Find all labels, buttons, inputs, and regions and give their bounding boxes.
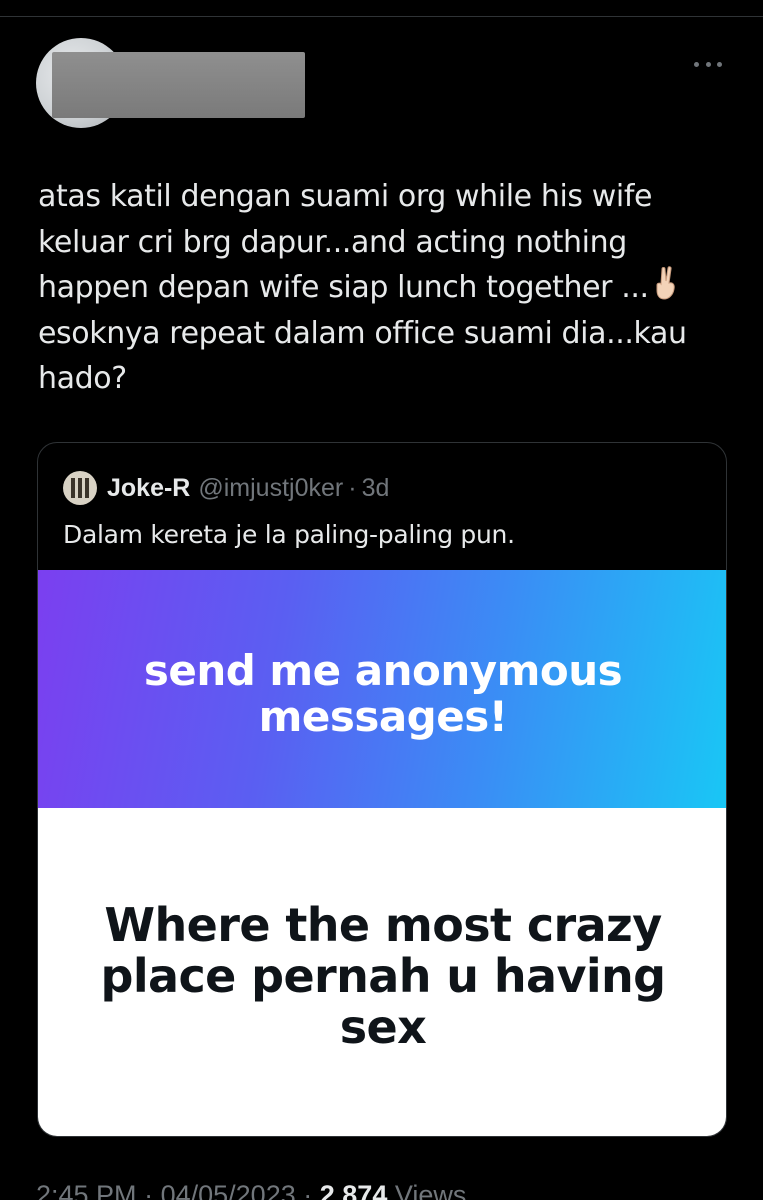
banner-text-line: messages! — [258, 692, 508, 741]
quoted-tweet-card[interactable]: Joke-R @imjustj0ker · 3d Dalam kereta je… — [37, 442, 727, 1137]
tweet-meta-footer: 2:45 PM · 04/05/2023 · 2,874 Views — [36, 1180, 466, 1200]
peace-hand-emoji-icon — [656, 266, 675, 300]
more-options-icon[interactable] — [690, 52, 726, 76]
quoted-author-avatar[interactable] — [63, 471, 97, 505]
tweet-text-line: keluar cri brg dapur...and acting nothin… — [38, 224, 627, 260]
separator-dot: · — [303, 1180, 313, 1200]
banner-text-line: send me anonymous — [143, 646, 623, 695]
tweet-text-line: atas katil dengan suami org while his wi… — [38, 179, 653, 214]
tweet-date[interactable]: 04/05/2023 — [161, 1180, 296, 1200]
tweet-text-line: esoknya repeat dalam office suami dia...… — [38, 315, 687, 351]
tweet-time[interactable]: 2:45 PM — [36, 1180, 137, 1200]
views-label: Views — [394, 1180, 467, 1200]
quoted-tweet-time[interactable]: 3d — [362, 474, 390, 503]
question-text-line: sex — [339, 1000, 427, 1054]
question-text-line: Where the most crazy — [104, 898, 662, 952]
author-name-redaction — [52, 52, 305, 118]
anonymous-messages-banner: send me anonymous messages! — [38, 570, 726, 808]
tweet-text: atas katil dengan suami org while his wi… — [38, 174, 728, 402]
question-text: Where the most crazy place pernah u havi… — [38, 898, 726, 1054]
quoted-tweet-text: Dalam kereta je la paling-paling pun. — [63, 520, 515, 549]
quoted-tweet-header: Joke-R @imjustj0ker · 3d — [63, 471, 389, 505]
separator-dot: · — [348, 473, 357, 502]
quoted-tweet-media[interactable]: send me anonymous messages! Where the mo… — [38, 570, 726, 1136]
quoted-author-handle[interactable]: @imjustj0ker — [198, 474, 343, 503]
tweet-text-line: hado? — [38, 361, 127, 396]
separator-dot: · — [144, 1180, 154, 1200]
views-count: 2,874 — [319, 1180, 388, 1200]
tweet-detail-page: atas katil dengan suami org while his wi… — [0, 0, 763, 1200]
question-panel: Where the most crazy place pernah u havi… — [38, 808, 726, 1136]
top-divider — [0, 16, 763, 17]
quoted-author-name[interactable]: Joke-R — [107, 474, 190, 503]
tweet-text-line: happen depan wife siap lunch together ..… — [38, 265, 728, 311]
question-text-line: place pernah u having — [100, 949, 667, 1003]
banner-text: send me anonymous messages! — [38, 646, 726, 741]
